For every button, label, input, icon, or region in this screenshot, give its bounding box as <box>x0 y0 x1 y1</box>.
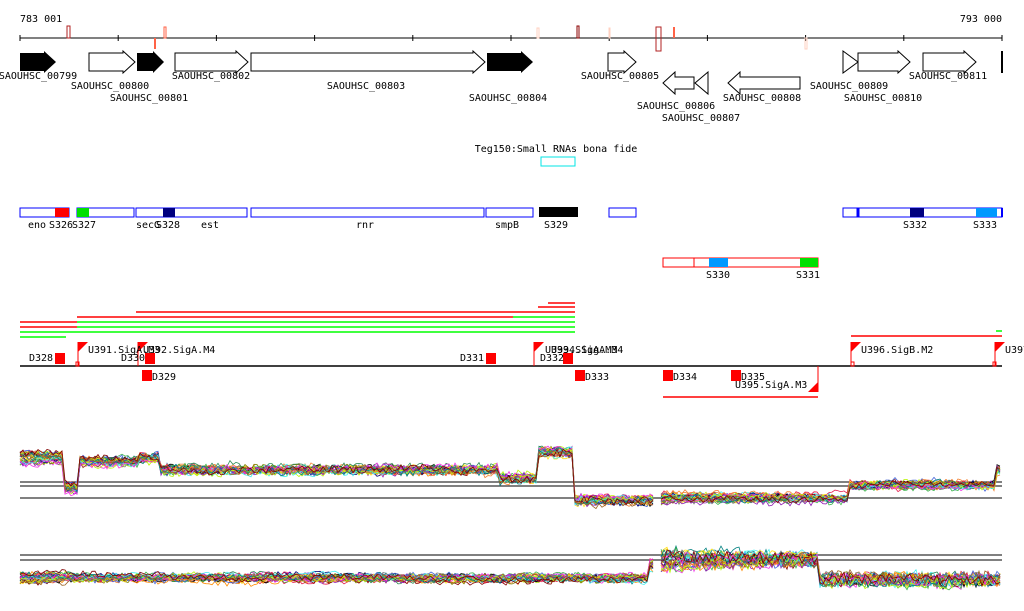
gene-label: SAOUHSC_00799 <box>0 71 77 82</box>
gene-arrow[interactable] <box>487 51 533 73</box>
gene-arrow[interactable] <box>662 70 695 96</box>
expression-line <box>19 450 654 510</box>
site-label: U396.SigB.M2 <box>861 345 933 356</box>
srna-track-title: Teg150:Small RNAs bona fide <box>475 144 638 155</box>
site-label: U397 <box>1005 345 1024 356</box>
gene-label: SAOUHSC_00808 <box>723 93 801 104</box>
gene-label: SAOUHSC_00801 <box>110 93 188 104</box>
annotation-label: S333 <box>973 220 997 231</box>
gene-arrow[interactable] <box>607 49 637 75</box>
annotation-label: est <box>201 220 219 231</box>
site-label: U394.SigA.M4 <box>551 345 623 356</box>
gene-label: SAOUHSC_00809 <box>810 81 888 92</box>
gene-label: SAOUHSC_00811 <box>909 71 987 82</box>
annotation-label: S326 <box>49 220 73 231</box>
srna-feature[interactable] <box>540 156 576 167</box>
gene-arrow[interactable] <box>922 49 977 75</box>
gene-label: SAOUHSC_00803 <box>327 81 405 92</box>
gene-label: SAOUHSC_00807 <box>662 113 740 124</box>
gene-track: SAOUHSC_00799 SAOUHSC_00800 SAOUHSC_0080… <box>0 49 1003 124</box>
genome-browser[interactable]: 783 001 793 000 SAOUHSC_00799 SAOUHSC_00… <box>0 0 1024 611</box>
gene-label: SAOUHSC_00806 <box>637 101 715 112</box>
ruler: 783 001 793 000 <box>19 14 1003 52</box>
site-label: U395.SigA.M3 <box>735 380 807 391</box>
annotation-label: S329 <box>544 220 568 231</box>
gene-label: SAOUHSC_00800 <box>71 81 149 92</box>
gene-label: SAOUHSC_00810 <box>844 93 922 104</box>
site-label: D333 <box>585 372 609 383</box>
annotation-label: S331 <box>796 270 820 281</box>
annotation-label: S327 <box>72 220 96 231</box>
ruler-start: 783 001 <box>20 14 62 25</box>
site-label: D334 <box>673 372 697 383</box>
site-track: D328 U391.SigA.M3 D330 U392.SigA.M4 D329… <box>20 342 1024 392</box>
gene-label: SAOUHSC_00802 <box>172 71 250 82</box>
annotation-track <box>19 207 1003 268</box>
gene-arrow[interactable] <box>842 50 859 74</box>
annotation-label: S328 <box>156 220 180 231</box>
annotation-label: smpB <box>495 220 519 231</box>
annotation-label: S330 <box>706 270 730 281</box>
expression-panel-2 <box>19 544 1002 591</box>
gene-arrow[interactable] <box>88 49 136 75</box>
gene-arrow[interactable] <box>137 51 164 73</box>
gene-arrow[interactable] <box>857 49 911 75</box>
site-label: U392.SigA.M4 <box>143 345 215 356</box>
gene-arrow[interactable] <box>727 70 801 96</box>
site-label: D329 <box>152 372 176 383</box>
annotation-label: eno <box>28 220 46 231</box>
annotation-label: S332 <box>903 220 927 231</box>
gene-label: SAOUHSC_00805 <box>581 71 659 82</box>
site-label: D330 <box>121 353 145 364</box>
expression-panel-1 <box>19 445 1002 510</box>
site-label: D331 <box>460 353 484 364</box>
gene-arrow[interactable] <box>20 51 56 73</box>
gene-arrow[interactable] <box>250 49 486 75</box>
gene-arrow[interactable] <box>174 49 249 75</box>
site-label: D328 <box>29 353 53 364</box>
annotation-label: rnr <box>356 220 374 231</box>
gene-label: SAOUHSC_00804 <box>469 93 547 104</box>
ruler-end: 793 000 <box>960 14 1002 25</box>
gene-arrow[interactable] <box>694 70 709 96</box>
